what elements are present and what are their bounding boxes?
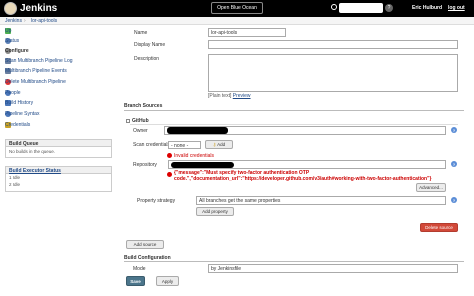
mode-label: Mode xyxy=(133,266,146,272)
preview-link[interactable]: Preview xyxy=(233,93,251,99)
github-source-toggle[interactable] xyxy=(126,119,130,123)
help-icon[interactable]: ? xyxy=(451,161,457,167)
sidebar-item-events[interactable]: Multibranch Pipeline Events xyxy=(5,67,67,75)
breadcrumb-jenkins[interactable]: Jenkins xyxy=(5,18,22,24)
invalid-credentials-error: Invalid credentials xyxy=(174,153,215,159)
sidebar-item-delete[interactable]: Delete Multibranch Pipeline xyxy=(5,78,66,86)
open-blue-ocean-button[interactable]: Open Blue Ocean xyxy=(211,2,263,14)
app-title[interactable]: Jenkins xyxy=(20,3,57,14)
scan-credentials-select[interactable]: - none - xyxy=(168,141,201,149)
user-name-link[interactable]: Eric Hulburd xyxy=(412,5,442,11)
search-icon xyxy=(331,4,337,10)
repository-label: Repository xyxy=(133,162,157,168)
sidebar-item-people[interactable]: People xyxy=(5,89,21,97)
add-property-button[interactable]: Add property xyxy=(196,207,234,216)
build-executor-header[interactable]: Build Executor Status xyxy=(5,166,112,174)
sidebar-item-scan-log[interactable]: Scan Multibranch Pipeline Log xyxy=(5,57,73,65)
name-field[interactable]: lor-api-tools xyxy=(208,28,286,37)
owner-label: Owner xyxy=(133,128,148,134)
sidebar-item-build-history[interactable]: Build History xyxy=(5,99,33,107)
name-label: Name xyxy=(134,30,148,36)
save-button[interactable]: Save xyxy=(126,276,145,286)
help-icon[interactable]: ? xyxy=(451,127,457,133)
sidebar-item-label: Pipeline Syntax xyxy=(5,111,40,117)
two-factor-error-message: {"message":"Must specify two-factor auth… xyxy=(174,170,432,182)
build-executor-pane: 1 Idle 2 Idle xyxy=(5,174,112,192)
error-icon xyxy=(167,153,172,158)
sidebar-item-label: Up xyxy=(5,28,12,34)
display-name-field[interactable] xyxy=(208,40,458,49)
sidebar-item-label: Build History xyxy=(5,100,34,106)
build-queue-header[interactable]: Build Queue xyxy=(5,139,112,147)
description-textarea[interactable] xyxy=(208,54,458,92)
help-icon[interactable]: ? xyxy=(385,4,393,12)
top-header: Jenkins Open Blue Ocean ? Eric Hulburd l… xyxy=(0,0,474,17)
property-strategy-label: Property strategy xyxy=(137,198,176,204)
sidebar-item-label: Credentials xyxy=(5,122,31,128)
sidebar-item-pipeline-syntax[interactable]: Pipeline Syntax xyxy=(5,110,39,118)
plain-text-note: [Plain text] Preview xyxy=(208,93,251,99)
property-strategy-select[interactable]: All branches get the same properties xyxy=(196,196,446,205)
description-label: Description xyxy=(134,56,160,62)
section-divider xyxy=(124,110,464,111)
logout-link[interactable]: log out xyxy=(448,5,465,11)
sidebar-item-label: Configure xyxy=(5,48,29,54)
display-name-label: Display Name xyxy=(134,42,166,48)
repository-redaction xyxy=(171,162,234,168)
github-source-divider xyxy=(130,124,458,125)
breadcrumb-project[interactable]: lor-api-tools xyxy=(31,18,57,24)
error-icon xyxy=(167,172,172,177)
sidebar-item-label: Delete Multibranch Pipeline xyxy=(5,79,66,85)
add-credentials-button[interactable]: ⚷ Add xyxy=(205,140,233,149)
add-source-button[interactable]: Add source xyxy=(126,240,164,249)
help-icon[interactable]: ? xyxy=(451,197,457,203)
section-divider xyxy=(124,261,464,262)
sidebar-item-credentials[interactable]: Credentials xyxy=(5,121,30,129)
executor-row: 1 Idle xyxy=(9,175,21,180)
sidebar-item-label: Multibranch Pipeline Events xyxy=(5,68,67,74)
plain-text-label: [Plain text] xyxy=(208,93,232,99)
sidebar-item-label: Scan Multibranch Pipeline Log xyxy=(5,58,73,64)
key-icon: ⚷ xyxy=(212,141,217,147)
build-queue-pane: No builds in the queue. xyxy=(5,147,112,158)
advanced-button[interactable]: Advanced... xyxy=(416,183,446,192)
jenkins-logo-icon[interactable] xyxy=(4,2,17,15)
sidebar-item-label: Status xyxy=(5,38,20,44)
branch-sources-title: Branch Sources xyxy=(124,103,163,109)
sidebar-item-status[interactable]: Status xyxy=(5,37,19,45)
breadcrumb: Jenkins › lor-api-tools xyxy=(0,17,474,25)
breadcrumb-separator: › xyxy=(24,18,26,24)
scan-credentials-label: Scan credentials xyxy=(133,142,170,148)
delete-source-button[interactable]: Delete source xyxy=(420,223,458,232)
sidebar-item-up[interactable]: Up xyxy=(5,27,14,35)
build-queue-message: No builds in the queue. xyxy=(9,149,56,154)
mode-select[interactable]: by Jenkinsfile xyxy=(208,264,458,273)
owner-redaction xyxy=(167,127,228,134)
sidebar-item-configure[interactable]: Configure xyxy=(5,47,29,55)
executor-row: 2 Idle xyxy=(9,182,21,187)
apply-button[interactable]: Apply xyxy=(156,276,179,286)
add-button-label: Add xyxy=(217,142,226,147)
search-input[interactable] xyxy=(339,3,383,13)
sidebar-item-label: People xyxy=(5,90,21,96)
